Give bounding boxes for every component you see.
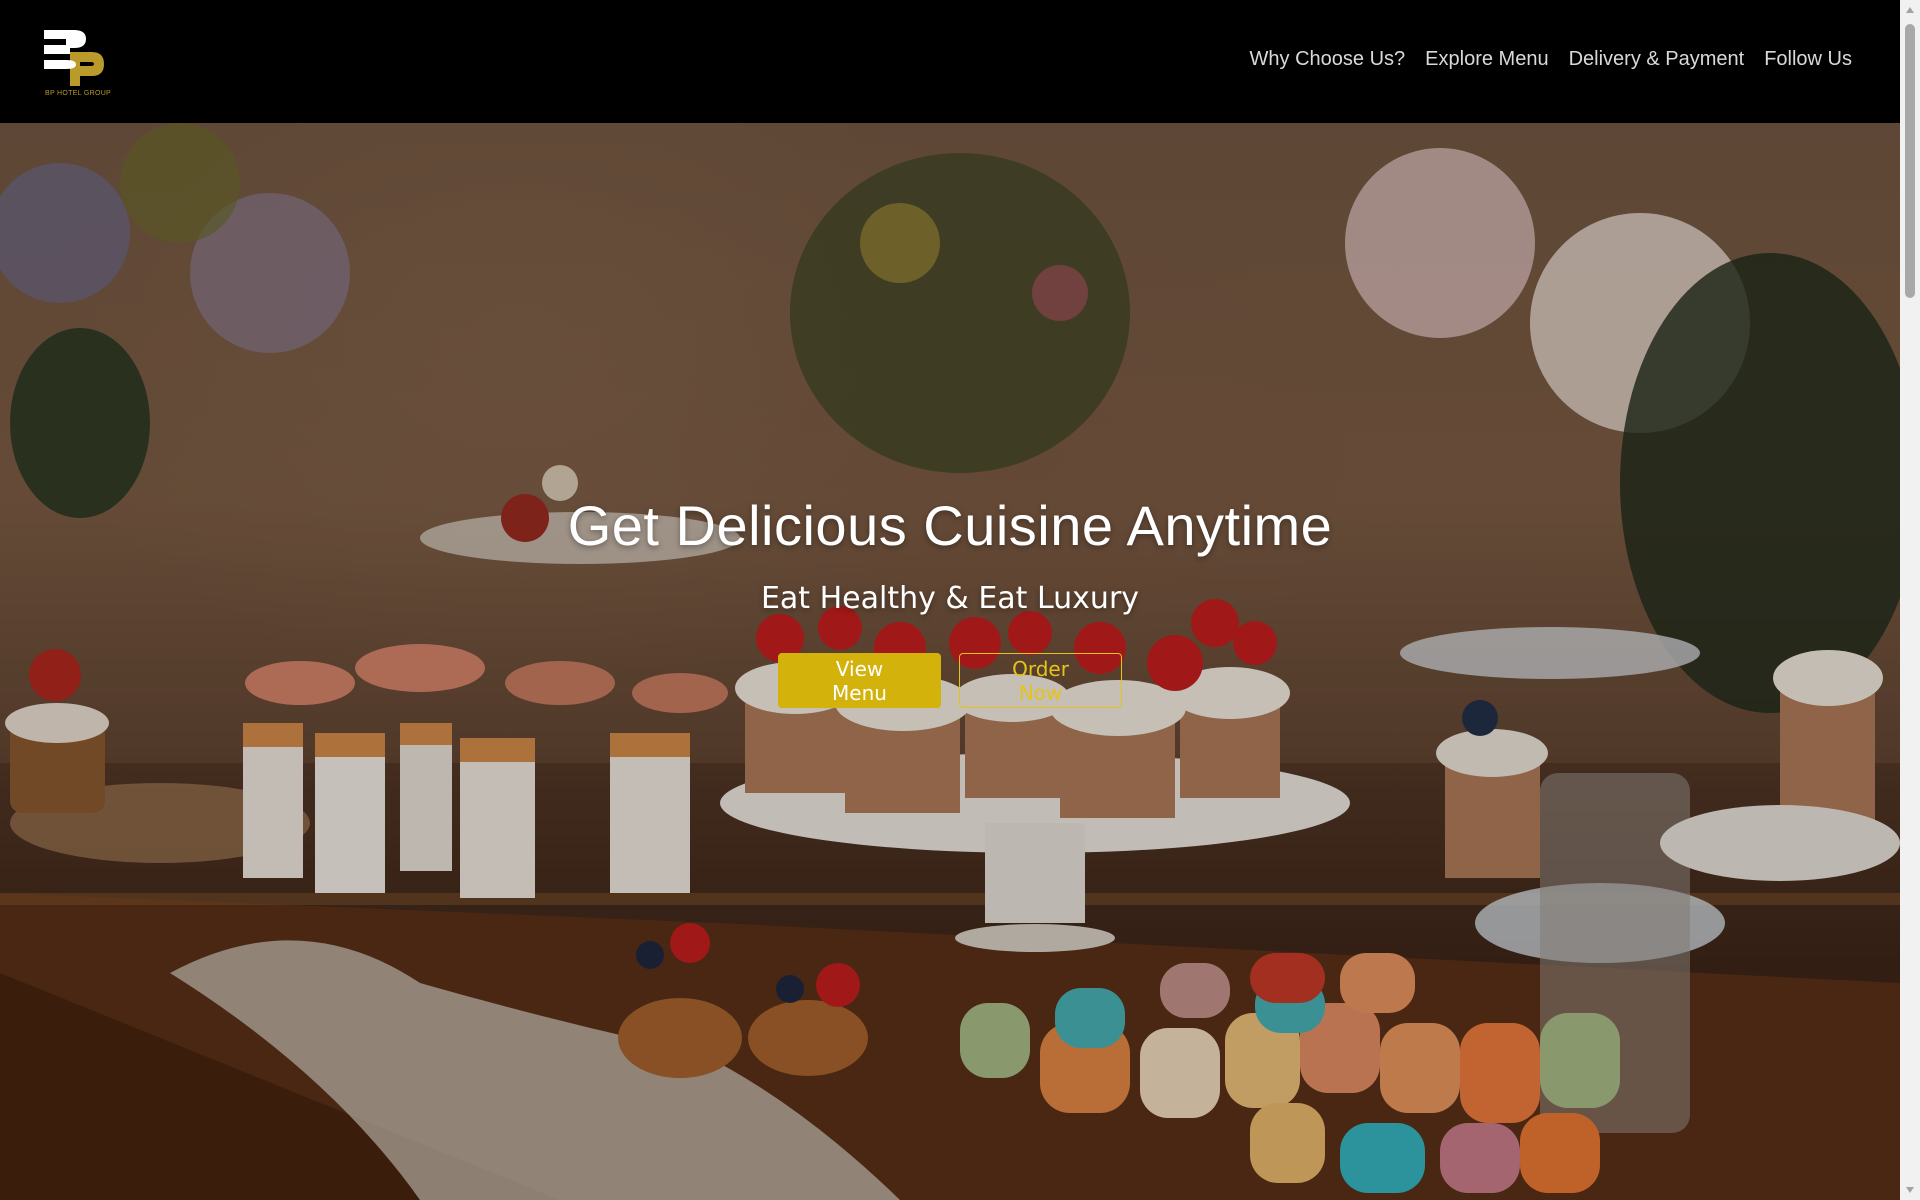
nav-follow-us[interactable]: Follow Us <box>1764 48 1852 71</box>
triangle-down-icon[interactable] <box>1900 1180 1920 1200</box>
hero-buttons: View Menu Order Now <box>0 653 1900 708</box>
nav-explore-menu[interactable]: Explore Menu <box>1425 48 1548 71</box>
view-menu-button[interactable]: View Menu <box>778 653 941 708</box>
logo-caption: BP HOTEL GROUP <box>44 90 112 97</box>
nav-why-choose-us[interactable]: Why Choose Us? <box>1250 48 1406 71</box>
scrollbar-thumb[interactable] <box>1905 24 1915 298</box>
bp-logo-icon <box>44 30 104 86</box>
hero-section: Get Delicious Cuisine Anytime Eat Health… <box>0 123 1900 1200</box>
order-now-button[interactable]: Order Now <box>959 653 1122 708</box>
hero-subtitle: Eat Healthy & Eat Luxury <box>760 581 1140 616</box>
main-nav: Why Choose Us? Explore Menu Delivery & P… <box>1250 48 1852 71</box>
page: BP HOTEL GROUP Why Choose Us? Explore Me… <box>0 0 1920 1200</box>
navbar: BP HOTEL GROUP Why Choose Us? Explore Me… <box>0 0 1900 123</box>
hero-title: Get Delicious Cuisine Anytime <box>567 494 1333 557</box>
brand-logo[interactable]: BP HOTEL GROUP <box>42 28 114 100</box>
triangle-up-icon[interactable] <box>1900 0 1920 20</box>
nav-delivery-payment[interactable]: Delivery & Payment <box>1569 48 1745 71</box>
vertical-scrollbar[interactable] <box>1900 0 1920 1200</box>
